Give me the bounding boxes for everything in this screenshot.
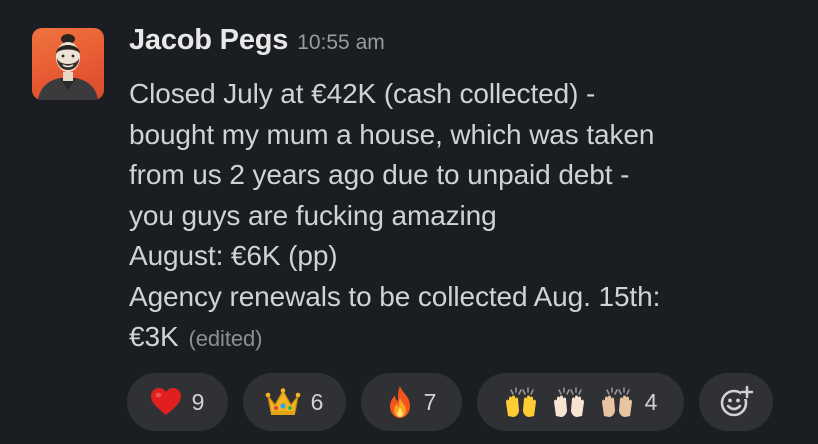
crown-icon	[265, 387, 301, 417]
reaction-raising-hands[interactable]: 4	[477, 373, 684, 431]
timestamp[interactable]: 10:55 am	[297, 31, 385, 55]
reaction-count: 6	[310, 388, 324, 415]
reaction-heart[interactable]: 9	[127, 373, 228, 431]
raising-hands-medium-icon	[599, 386, 635, 418]
message-line: you guys are fucking amazing	[129, 199, 497, 231]
avatar[interactable]	[32, 28, 104, 100]
message-line: bought my mum a house, which was taken	[129, 118, 655, 150]
message-line-last: €3K (edited)	[129, 317, 799, 360]
edited-label: (edited)	[188, 326, 263, 351]
message-body: Closed July at €42K (cash collected) - b…	[129, 74, 799, 360]
reaction-crown[interactable]: 6	[243, 373, 346, 431]
message-line: Agency renewals to be collected Aug. 15t…	[129, 280, 661, 312]
reaction-fire[interactable]: 7	[361, 373, 462, 431]
raising-hands-light-icon	[551, 386, 587, 418]
add-emoji-icon	[719, 385, 753, 419]
red-heart-icon	[150, 387, 182, 417]
message: Jacob Pegs 10:55 am Closed July at €42K …	[0, 0, 818, 444]
reaction-count: 4	[644, 388, 658, 415]
reaction-count: 7	[423, 388, 437, 415]
avatar-photo	[38, 34, 98, 100]
message-line: August: €6K (pp)	[129, 240, 338, 271]
raising-hands-icon	[503, 386, 539, 418]
message-line: Closed July at €42K (cash collected) -	[129, 78, 596, 109]
message-line: from us 2 years ago due to unpaid debt -	[129, 159, 630, 190]
message-line-text: €3K	[129, 321, 179, 352]
reaction-count: 9	[191, 388, 205, 415]
message-header: Jacob Pegs 10:55 am	[129, 24, 385, 57]
fire-icon	[386, 385, 414, 419]
add-reaction-button[interactable]	[699, 373, 773, 431]
author-name[interactable]: Jacob Pegs	[129, 24, 288, 57]
reactions-bar: 9 6 7 4	[127, 373, 773, 431]
